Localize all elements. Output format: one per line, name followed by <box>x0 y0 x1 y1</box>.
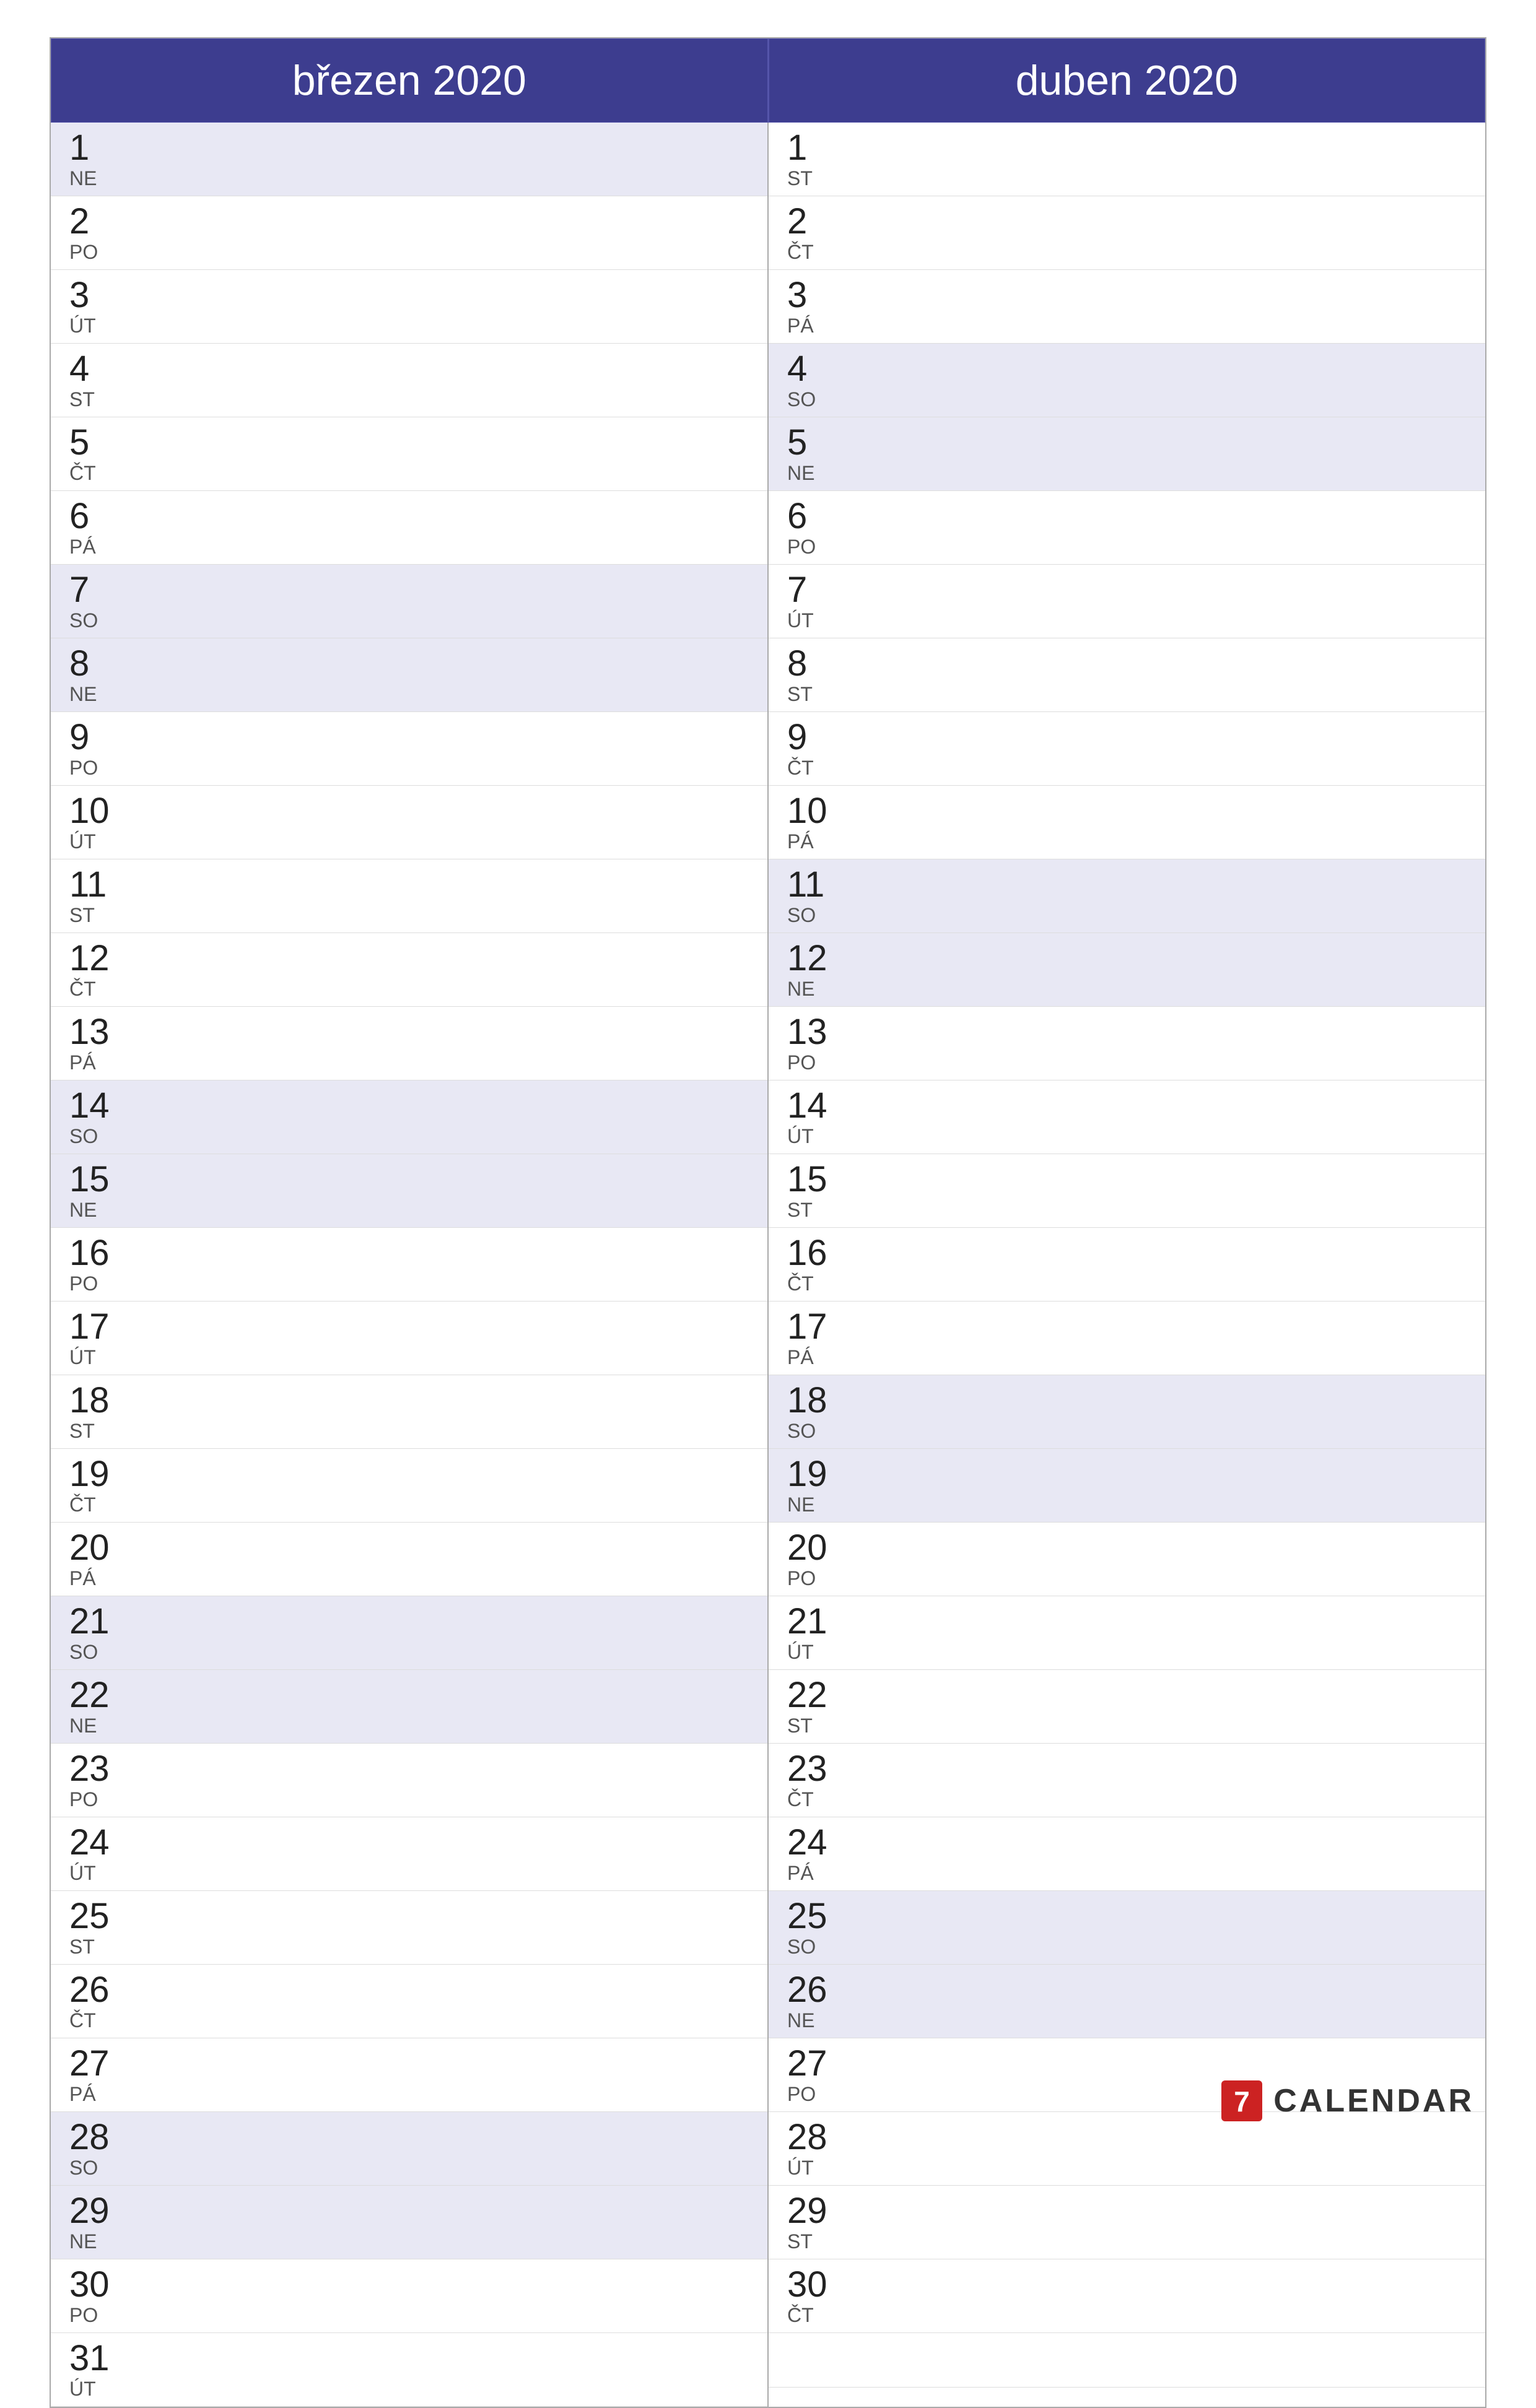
logo-text: CALENDAR <box>1273 2082 1474 2119</box>
day-row: 23ČT <box>769 1744 1485 1817</box>
svg-text:7: 7 <box>1234 2085 1250 2118</box>
day-row: 29ST <box>769 2186 1485 2259</box>
day-row: 22NE <box>51 1670 767 1744</box>
day-row: 9ČT <box>769 712 1485 786</box>
day-row: 30PO <box>51 2259 767 2333</box>
day-row: 13PÁ <box>51 1007 767 1080</box>
calendar-logo-icon: 7 <box>1220 2079 1263 2123</box>
day-row: 21ÚT <box>769 1596 1485 1670</box>
day-row: 9PO <box>51 712 767 786</box>
month-header-april: duben 2020 <box>768 38 1486 123</box>
day-row: 29NE <box>51 2186 767 2259</box>
day-row: 28SO <box>51 2112 767 2186</box>
header-row: březen 2020 duben 2020 <box>51 38 1485 123</box>
day-row: 24PÁ <box>769 1817 1485 1891</box>
day-row: 20PO <box>769 1523 1485 1596</box>
day-row: 12ČT <box>51 933 767 1007</box>
day-row: 11ST <box>51 859 767 933</box>
days-container: 1NE2PO3ÚT4ST5ČT6PÁ7SO8NE9PO10ÚT11ST12ČT1… <box>51 123 1485 2407</box>
day-row: 18SO <box>769 1375 1485 1449</box>
month-header-march: březen 2020 <box>51 38 768 123</box>
day-row: 17PÁ <box>769 1302 1485 1375</box>
day-row: 23PO <box>51 1744 767 1817</box>
day-row: 11SO <box>769 859 1485 933</box>
day-row: 31ÚT <box>51 2333 767 2407</box>
day-row: 6PO <box>769 491 1485 565</box>
day-row: 28ÚT <box>769 2112 1485 2186</box>
day-row: 3PÁ <box>769 270 1485 344</box>
day-row: 19NE <box>769 1449 1485 1523</box>
day-row: 1NE <box>51 123 767 196</box>
day-row: 10PÁ <box>769 786 1485 859</box>
day-row: 15ST <box>769 1154 1485 1228</box>
day-row: 15NE <box>51 1154 767 1228</box>
logo-area: 7 CALENDAR <box>1220 2079 1474 2123</box>
day-row: 25ST <box>51 1891 767 1965</box>
day-row: 30ČT <box>769 2259 1485 2333</box>
day-row: 16ČT <box>769 1228 1485 1302</box>
day-row: 22ST <box>769 1670 1485 1744</box>
page-container: březen 2020 duben 2020 1NE2PO3ÚT4ST5ČT6P… <box>0 0 1536 2172</box>
day-row: 16PO <box>51 1228 767 1302</box>
day-row: 26NE <box>769 1965 1485 2038</box>
day-row: 21SO <box>51 1596 767 1670</box>
day-row: 6PÁ <box>51 491 767 565</box>
day-row: 10ÚT <box>51 786 767 859</box>
day-row: 14ÚT <box>769 1080 1485 1154</box>
day-row: 8NE <box>51 638 767 712</box>
day-row: 8ST <box>769 638 1485 712</box>
day-row: 7SO <box>51 565 767 638</box>
day-row: 5NE <box>769 417 1485 491</box>
april-column: 1ST2ČT3PÁ4SO5NE6PO7ÚT8ST9ČT10PÁ11SO12NE1… <box>769 123 1485 2407</box>
day-row: 2ČT <box>769 196 1485 270</box>
day-row: 26ČT <box>51 1965 767 2038</box>
march-column: 1NE2PO3ÚT4ST5ČT6PÁ7SO8NE9PO10ÚT11ST12ČT1… <box>51 123 769 2407</box>
day-row: 3ÚT <box>51 270 767 344</box>
day-row: 1ST <box>769 123 1485 196</box>
day-row: 17ÚT <box>51 1302 767 1375</box>
day-row: 2PO <box>51 196 767 270</box>
day-row: 7ÚT <box>769 565 1485 638</box>
day-row: 4SO <box>769 344 1485 417</box>
day-row: 18ST <box>51 1375 767 1449</box>
day-row: 12NE <box>769 933 1485 1007</box>
day-row: 5ČT <box>51 417 767 491</box>
day-row: 19ČT <box>51 1449 767 1523</box>
day-row: 4ST <box>51 344 767 417</box>
day-row: 13PO <box>769 1007 1485 1080</box>
day-row: 14SO <box>51 1080 767 1154</box>
day-row: 24ÚT <box>51 1817 767 1891</box>
day-row: 27PÁ <box>51 2038 767 2112</box>
day-row-empty <box>769 2333 1485 2388</box>
day-row: 25SO <box>769 1891 1485 1965</box>
day-row: 20PÁ <box>51 1523 767 1596</box>
